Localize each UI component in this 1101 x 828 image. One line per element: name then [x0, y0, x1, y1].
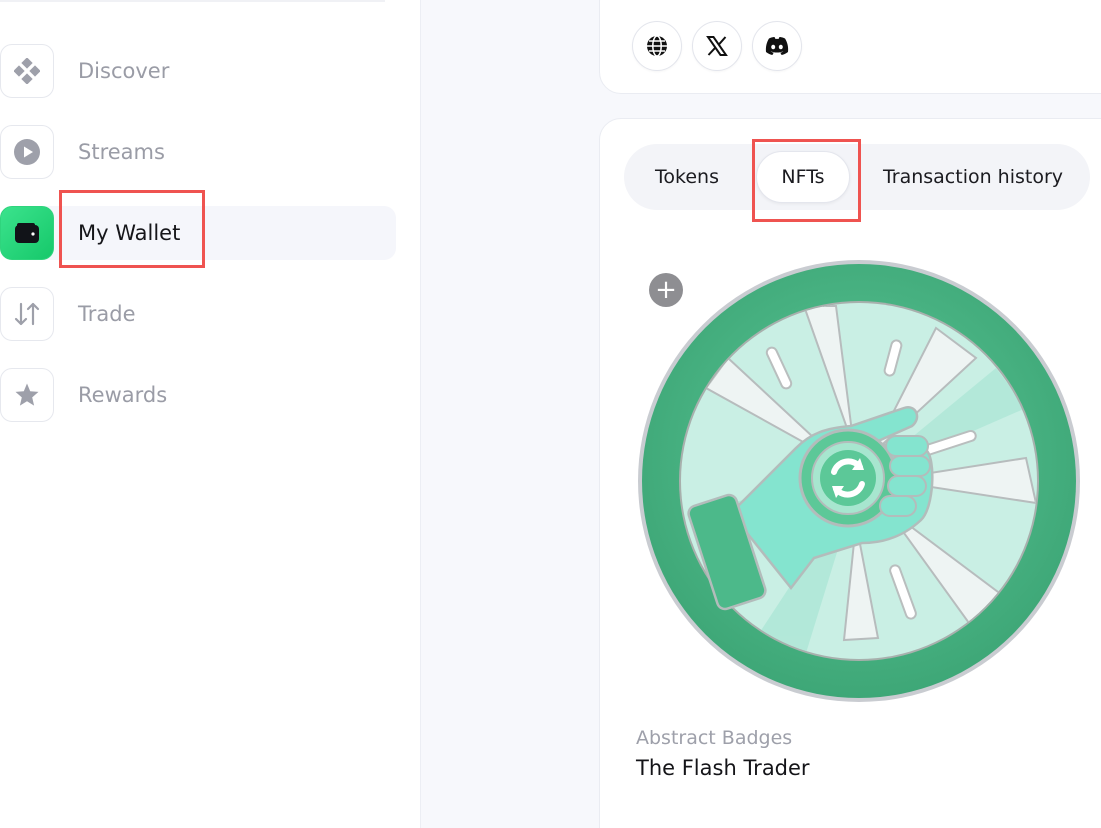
tab-transaction-history[interactable]: Transaction history — [870, 144, 1076, 210]
nft-collection-name: Abstract Badges — [636, 727, 793, 749]
sidebar-item-label: Trade — [78, 302, 136, 326]
tab-label: Tokens — [655, 166, 719, 188]
discord-icon[interactable] — [752, 21, 802, 71]
nft-title[interactable]: The Flash Trader — [636, 756, 810, 780]
sidebar-item-trade[interactable]: Trade — [0, 287, 396, 341]
sidebar-item-label: Discover — [78, 59, 170, 83]
play-circle-icon — [0, 125, 54, 179]
sidebar: Discover Streams My Wallet Trade Rewards — [0, 0, 421, 828]
project-links-card — [599, 0, 1101, 94]
sidebar-item-label: Rewards — [78, 383, 168, 407]
sidebar-item-discover[interactable]: Discover — [0, 44, 396, 98]
globe-icon[interactable] — [632, 21, 682, 71]
star-icon — [0, 368, 54, 422]
add-symbol: + — [655, 275, 677, 305]
sidebar-item-label: My Wallet — [78, 221, 181, 245]
sidebar-item-my-wallet[interactable]: My Wallet — [0, 206, 396, 260]
swap-arrows-icon — [0, 287, 54, 341]
tab-label: NFTs — [781, 166, 825, 188]
sidebar-divider — [0, 0, 385, 2]
nft-image[interactable] — [636, 258, 1082, 704]
asset-tabs: Tokens NFTs Transaction history — [624, 144, 1090, 210]
tab-tokens[interactable]: Tokens — [636, 144, 738, 210]
x-logo-icon[interactable] — [692, 21, 742, 71]
sidebar-item-streams[interactable]: Streams — [0, 125, 396, 179]
sidebar-item-label: Streams — [78, 140, 165, 164]
tab-nfts[interactable]: NFTs — [756, 144, 850, 210]
diamond-grid-icon — [0, 44, 54, 98]
wallet-icon — [0, 206, 54, 260]
add-icon[interactable]: + — [649, 273, 683, 307]
tab-label: Transaction history — [882, 166, 1064, 188]
sidebar-item-rewards[interactable]: Rewards — [0, 368, 396, 422]
